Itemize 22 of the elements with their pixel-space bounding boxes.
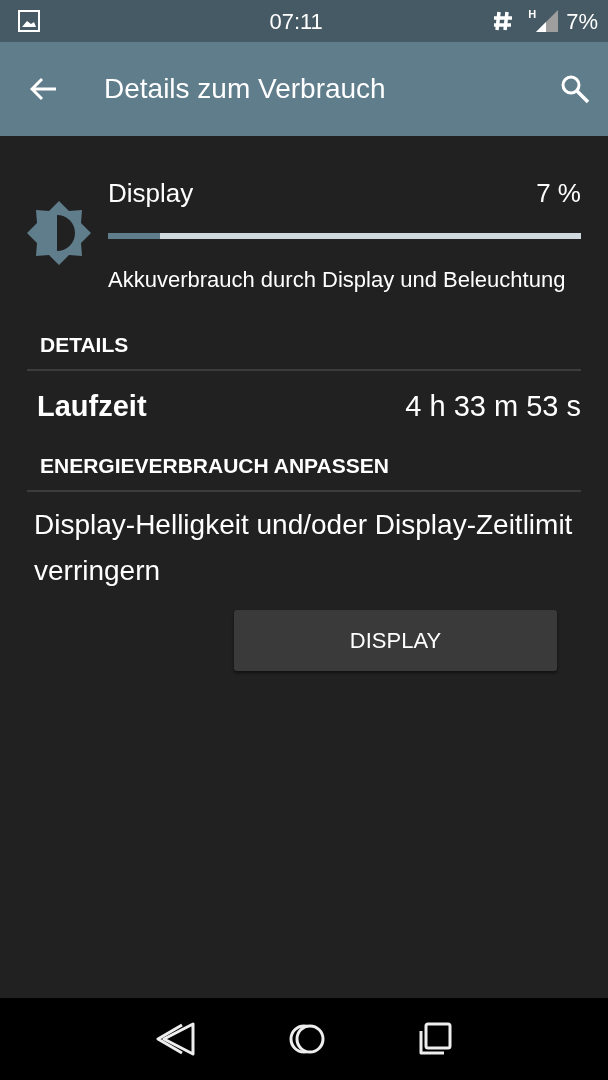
signal-icon — [536, 10, 559, 32]
battery-level: 7% — [566, 7, 598, 36]
clock: 07:11 — [268, 7, 324, 36]
brightness-icon — [27, 200, 91, 265]
detail-label: Laufzeit — [37, 388, 147, 424]
suggestion-text: Display-Helligkeit und/oder Display-Zeitlimit verringern — [33, 507, 574, 588]
back-arrow-icon[interactable] — [30, 77, 58, 101]
search-icon[interactable] — [560, 74, 590, 104]
home-nav-icon[interactable] — [288, 1023, 326, 1055]
screen-title: Details zum Verbrauch — [104, 72, 387, 106]
recents-nav-icon[interactable] — [418, 1022, 452, 1056]
back-nav-icon[interactable] — [156, 1022, 196, 1056]
detail-value: 4 h 33 m 53 s — [405, 388, 581, 424]
section-header: ENERGIEVERBRAUCH ANPASSEN — [40, 454, 389, 477]
usage-description: Akkuverbrauch durch Display und Beleuchtung — [108, 266, 567, 294]
network-type: H — [528, 7, 537, 22]
picture-notification-icon — [18, 10, 40, 32]
section-header: DETAILS — [40, 333, 129, 356]
display-button[interactable]: DISPLAY — [234, 609, 557, 671]
app-name: Display — [108, 177, 194, 210]
hash-icon — [492, 10, 515, 32]
usage-percent: 7 % — [536, 177, 581, 210]
